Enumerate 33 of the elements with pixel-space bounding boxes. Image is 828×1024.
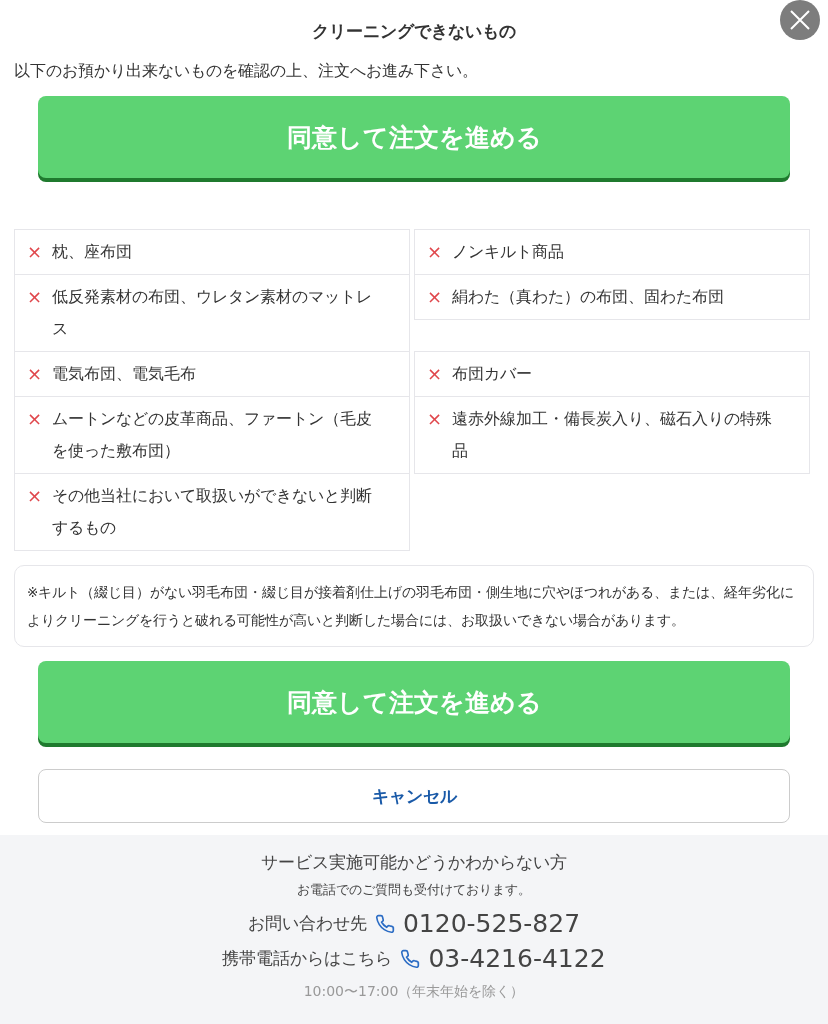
phone-number[interactable]: 0120-525-827 xyxy=(402,909,581,938)
item-text: 布団カバー xyxy=(452,363,533,385)
item-text: ムートンなどの皮革商品、ファートン（毛皮を使った敷布団） xyxy=(52,408,374,462)
business-hours: 10:00〜17:00（年末年始を除く） xyxy=(303,983,525,1001)
cross-mark: × xyxy=(427,407,443,431)
cross-mark: × xyxy=(27,362,43,386)
item-text: その他当社において取扱いができないと判断するもの xyxy=(52,485,374,539)
cancel-button[interactable]: キャンセル xyxy=(38,769,790,823)
item-text: 低反発素材の布団、ウレタン素材のマットレス xyxy=(52,286,374,340)
footer-heading: サービス実施可能かどうかわからない方 xyxy=(261,851,567,874)
cross-mark: × xyxy=(427,285,443,309)
contact-label: お問い合わせ先 xyxy=(247,912,367,935)
close-button[interactable] xyxy=(780,0,820,40)
cross-mark: × xyxy=(27,285,43,309)
dialog-title: クリーニングできないもの xyxy=(311,20,517,43)
footer-subheading: お電話でのご質問も受付けております。 xyxy=(297,882,531,899)
phone-icon xyxy=(400,948,421,969)
note-text: ※キルト（綴じ目）がない羽毛布団・綴じ目が接着剤仕上げの羽毛布団・側生地に穴やほつれがある、または、経年劣化によりクリーニングを行うと破れる可能性が高いと判断した場合には、お取扱いできない場合があります。 xyxy=(14,565,814,647)
item-text: 絹わた（真わた）の布団、固わた布団 xyxy=(452,286,725,308)
cross-mark: × xyxy=(427,362,443,386)
contact-label: 携帯電話からはこちら xyxy=(222,947,393,970)
phone-icon xyxy=(374,913,395,934)
cross-mark: × xyxy=(427,240,443,264)
cross-mark: × xyxy=(27,240,43,264)
cross-mark: × xyxy=(27,484,43,508)
cross-mark: × xyxy=(27,407,43,431)
phone-number[interactable]: 03-4216-4122 xyxy=(428,944,606,973)
intro-text: 以下のお預かり出来ないものを確認の上、注文へお進み下さい。 xyxy=(14,61,479,82)
item-text: ノンキルト商品 xyxy=(452,241,565,263)
item-text: 電気布団、電気毛布 xyxy=(52,363,197,385)
close-icon xyxy=(788,8,812,32)
item-text: 枕、座布団 xyxy=(52,241,133,263)
item-text: 遠赤外線加工・備長炭入り、磁石入りの特殊品 xyxy=(452,408,774,462)
